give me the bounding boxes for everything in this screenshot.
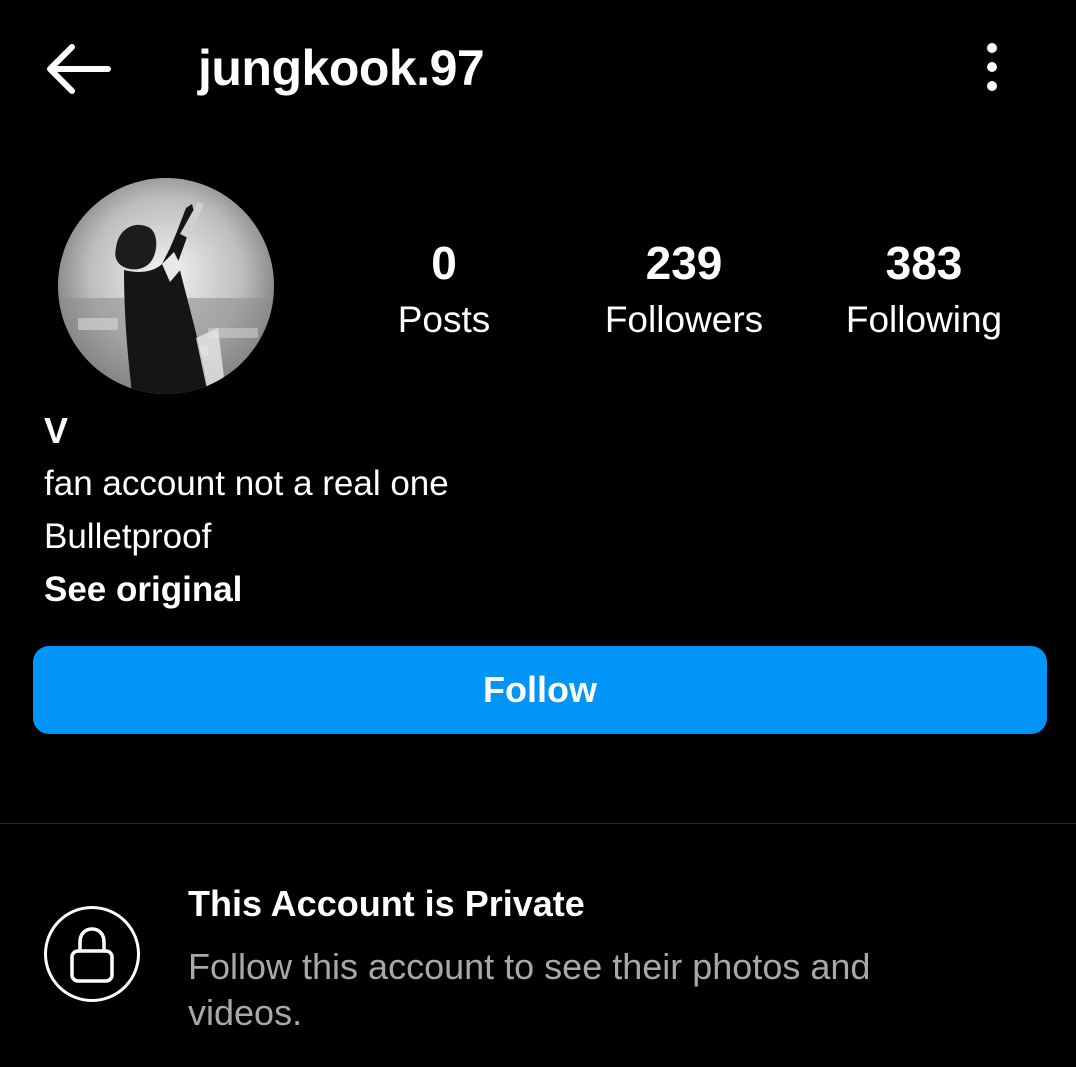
profile-avatar[interactable] <box>58 178 274 394</box>
posts-count: 0 Posts <box>324 232 564 346</box>
private-account-description: Follow this account to see their photos … <box>188 946 871 1033</box>
followers-value: 239 <box>645 237 723 289</box>
profile-username: jungkook.97 <box>198 40 485 96</box>
lock-icon <box>70 927 114 983</box>
back-button[interactable] <box>38 40 114 98</box>
following-count[interactable]: 383 Following <box>804 232 1044 346</box>
followers-label: Followers <box>604 299 764 340</box>
posts-value: 0 <box>431 237 457 289</box>
top-bar: jungkook.97 <box>0 0 1076 140</box>
following-label: Following <box>845 299 1003 340</box>
following-value: 383 <box>885 237 963 289</box>
profile-bio: V fan account not a real one Bulletproof… <box>44 404 944 616</box>
display-name: V <box>44 410 69 451</box>
follow-button[interactable]: Follow <box>33 646 1047 734</box>
divider <box>0 823 1076 824</box>
see-original-link[interactable]: See original <box>44 563 944 616</box>
bio-line-2: Bulletproof <box>44 517 212 556</box>
profile-photo <box>58 178 274 394</box>
private-account-title: This Account is Private <box>188 883 585 924</box>
more-vertical-icon <box>987 43 997 91</box>
posts-label: Posts <box>397 299 491 340</box>
more-options-button[interactable] <box>966 40 1018 94</box>
bio-line-1: fan account not a real one <box>44 464 449 503</box>
followers-count[interactable]: 239 Followers <box>564 232 804 346</box>
arrow-left-icon <box>47 44 111 94</box>
private-lock-badge <box>44 906 140 1002</box>
